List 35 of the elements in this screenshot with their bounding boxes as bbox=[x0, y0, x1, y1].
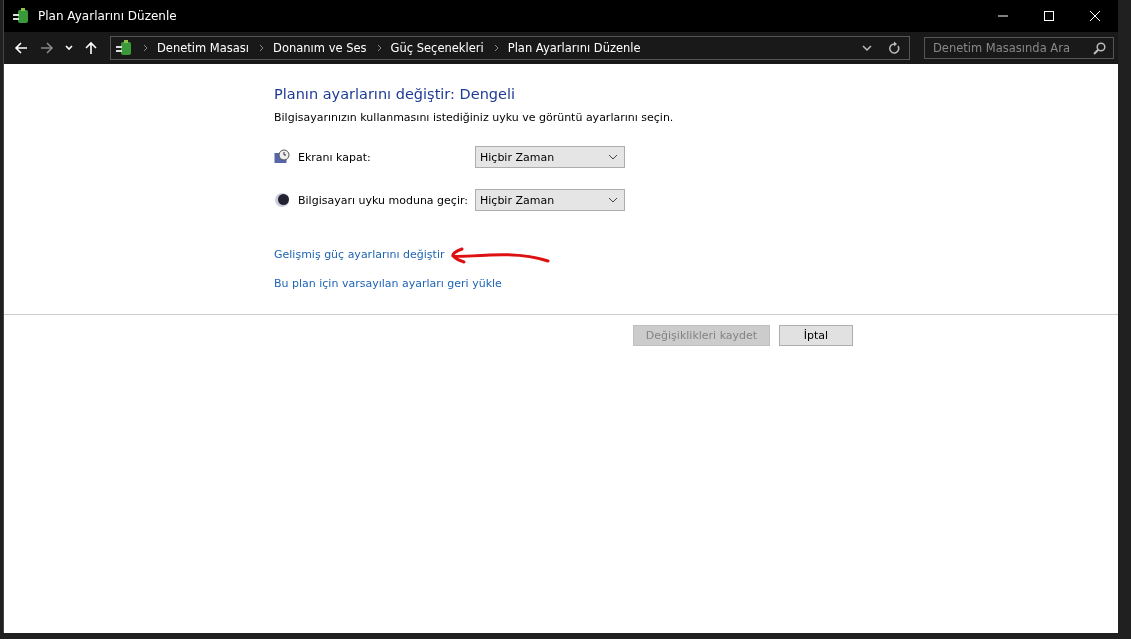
caret-icon bbox=[608, 197, 618, 203]
link[interactable]: Bu plan için varsayılan ayarları geri yükle bbox=[274, 276, 502, 290]
breadcrumb-item[interactable]: Güç Seçenekleri bbox=[390, 41, 484, 55]
dropdown-caret-icon bbox=[862, 44, 872, 52]
maximize-icon bbox=[1043, 10, 1055, 22]
chevron-icon bbox=[259, 44, 266, 52]
setting-label: Ekranı kapat: bbox=[298, 150, 372, 164]
chevron-icon bbox=[493, 44, 500, 52]
up-arrow-icon bbox=[84, 41, 98, 55]
breadcrumb-item[interactable]: Denetim Masası bbox=[157, 41, 250, 55]
refresh-icon[interactable] bbox=[888, 41, 901, 55]
setting-label: Bilgisayarı uyku moduna geçir: bbox=[298, 193, 469, 207]
window-title: Plan Ayarlarını Düzenle bbox=[38, 9, 177, 23]
moon-icon bbox=[274, 192, 290, 208]
search-icon bbox=[1093, 42, 1106, 55]
caret-icon bbox=[64, 44, 74, 52]
breadcrumb-item[interactable]: Plan Ayarlarını Düzenle bbox=[507, 41, 641, 55]
close-icon bbox=[1089, 10, 1101, 22]
address-bar[interactable]: Denetim Masası Donanım ve Ses Güç Seçenekleri Plan Ayarlarını Düzenle bbox=[110, 36, 910, 60]
dialog-button[interactable]: İptal bbox=[779, 325, 853, 346]
power-plan-icon bbox=[12, 7, 30, 25]
forward-arrow-icon bbox=[40, 41, 54, 55]
power-plan-icon bbox=[115, 39, 133, 57]
page-heading: Planın ayarlarını değiştir: Dengeli bbox=[274, 86, 516, 102]
search-field[interactable]: Denetim Masasında Ara bbox=[924, 37, 1114, 59]
chevron-icon bbox=[143, 44, 149, 52]
caret-icon bbox=[608, 154, 618, 160]
dropdown[interactable]: Hiçbir Zaman bbox=[475, 146, 625, 168]
breadcrumb-item[interactable]: Donanım ve Ses bbox=[273, 41, 367, 55]
monitor-clock-icon bbox=[274, 149, 290, 165]
chevron-icon bbox=[376, 44, 383, 52]
dropdown[interactable]: Hiçbir Zaman bbox=[475, 189, 625, 211]
back-arrow-icon bbox=[14, 41, 28, 55]
description-text: Bilgisayarınızın kullanmasını istediğiniz uyku ve görüntü ayarlarını seçin. bbox=[274, 111, 675, 124]
link[interactable]: Gelişmiş güç ayarlarını değiştir bbox=[274, 247, 445, 261]
